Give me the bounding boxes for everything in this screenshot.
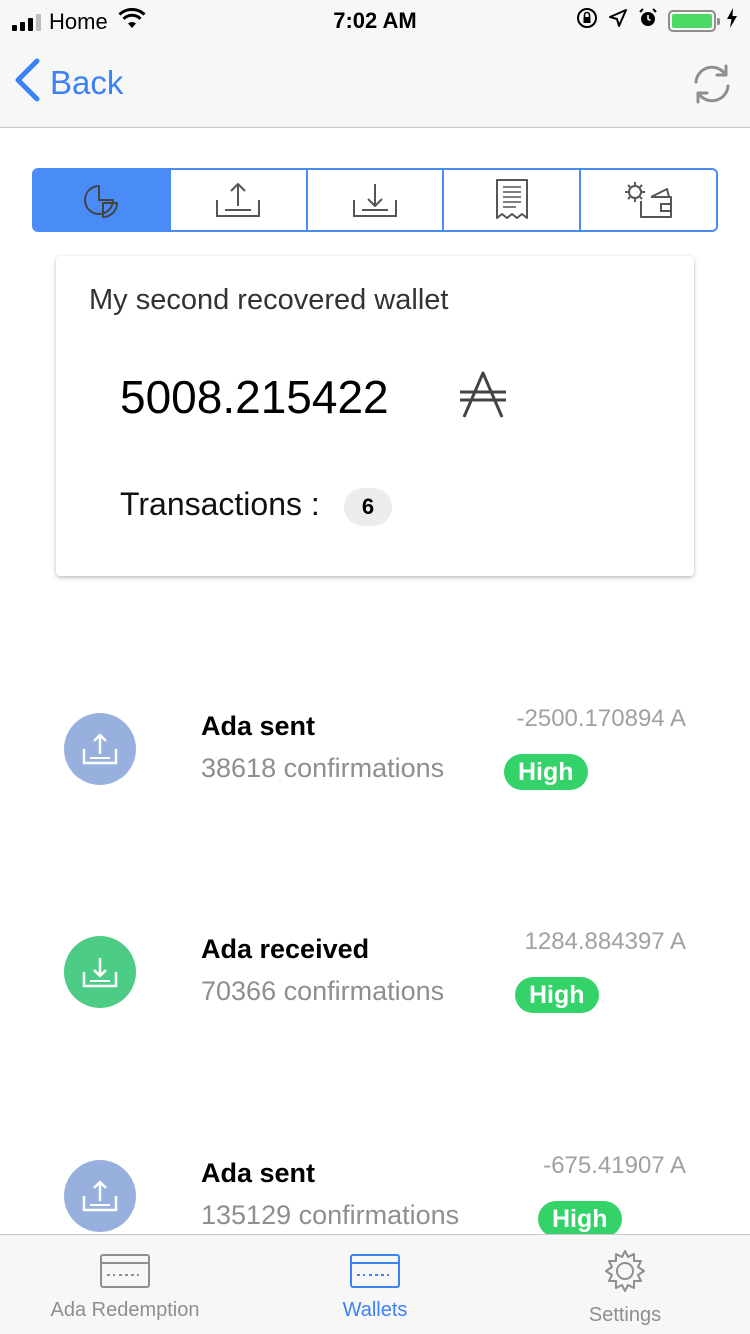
status-right [576,7,738,34]
download-icon [352,184,397,217]
assurance-level-badge: High [538,1201,622,1237]
transaction-amount: 1284.884397 A [524,928,687,955]
tab-label: Ada Redemption [50,1299,200,1321]
alarm-icon [638,7,658,34]
transaction-title: Ada received [201,934,370,964]
transaction-amount: -675.41907 A [543,1152,686,1179]
card-icon [100,1254,150,1288]
transaction-amount: -2500.170894 A [516,705,687,732]
assurance-level-badge: High [515,977,599,1013]
tab-ada-redemption[interactable]: Ada Redemption [0,1235,250,1334]
back-button[interactable]: Back [14,58,123,107]
pie-chart-icon [84,185,119,218]
wallet-card-icon [350,1254,400,1288]
assurance-level-badge: High [504,754,588,790]
chevron-left-icon [14,58,40,107]
location-icon [608,8,628,33]
tab-label: Settings [588,1304,662,1326]
charging-icon [726,8,738,33]
upload-icon [64,1160,136,1232]
transactions-count-badge: 6 [344,488,392,526]
upload-icon [216,183,261,217]
transaction-confirmations: 38618 confirmations [201,753,445,783]
segment-transactions[interactable] [444,170,582,230]
wallet-summary-card: My second recovered wallet 5008.215422 T… [56,256,694,576]
transactions-label: Transactions : [120,486,320,522]
ada-icon [460,370,506,425]
wallet-settings-icon [624,182,672,218]
wallet-balance: 5008.215422 [120,371,389,423]
segment-settings[interactable] [581,170,716,230]
navigation-bar: Back [0,40,750,128]
tab-bar: Ada Redemption Wallets Settings [0,1234,750,1334]
refresh-button[interactable] [690,62,734,111]
segment-send[interactable] [171,170,308,230]
battery-icon [668,9,720,32]
upload-icon [64,713,136,785]
tab-label: Wallets [342,1299,408,1321]
segment-receive[interactable] [308,170,445,230]
tab-settings[interactable]: Settings [500,1235,750,1334]
transaction-row[interactable]: Ada received 70366 confirmations 1284.88… [0,896,750,1046]
transaction-confirmations: 135129 confirmations [201,1200,460,1230]
status-bar: Home 7:02 AM [0,0,750,40]
wallet-segmented-control [32,168,718,232]
gear-icon [605,1250,645,1292]
tab-wallets[interactable]: Wallets [250,1235,500,1334]
receipt-icon [495,179,528,219]
transaction-confirmations: 70366 confirmations [201,976,445,1006]
transaction-title: Ada sent [201,711,316,741]
segment-summary[interactable] [34,170,171,230]
back-label: Back [50,63,124,101]
refresh-icon [694,64,730,104]
wallet-name: My second recovered wallet [89,284,449,316]
transaction-row[interactable]: Ada sent 38618 confirmations -2500.17089… [0,673,750,823]
download-icon [64,936,136,1008]
orientation-lock-icon [576,7,598,34]
transaction-title: Ada sent [201,1158,316,1188]
